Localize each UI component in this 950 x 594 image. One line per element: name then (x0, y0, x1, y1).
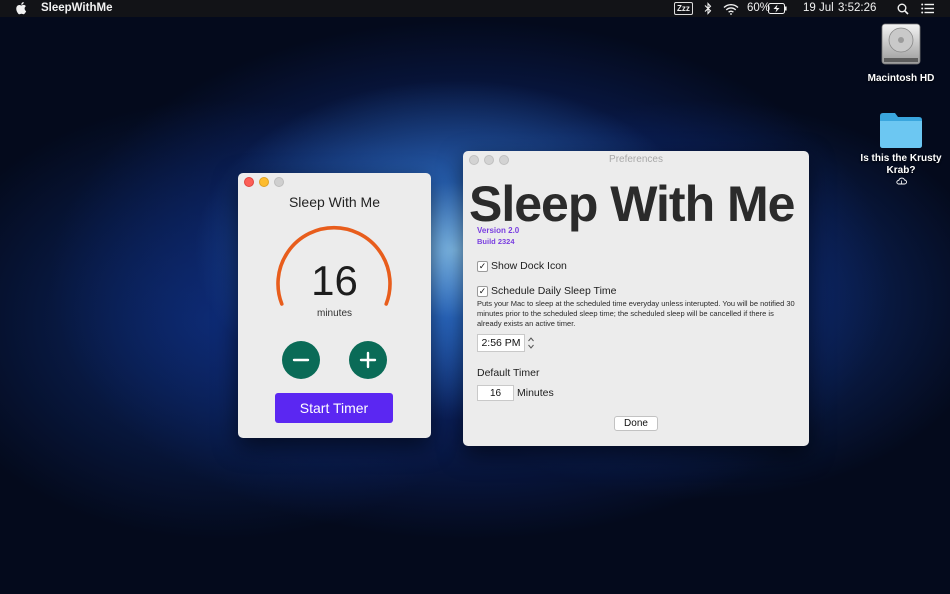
bluetooth-icon[interactable] (703, 2, 713, 15)
apple-menu-icon[interactable] (15, 1, 27, 15)
notification-center-icon[interactable] (921, 3, 934, 14)
schedule-sleep-checkbox[interactable]: ✓ (477, 285, 488, 297)
default-timer-label: Default Timer (477, 367, 540, 379)
version-label: Version 2.0 (477, 226, 520, 235)
show-dock-icon-option[interactable]: ✓ Show Dock Icon (477, 260, 567, 272)
battery-charging-icon[interactable] (768, 3, 787, 14)
wifi-icon[interactable] (723, 3, 739, 15)
desktop-item-label: Macintosh HD (867, 73, 935, 84)
increase-button[interactable] (349, 341, 387, 379)
menubar-date[interactable]: 19 Jul (803, 2, 834, 14)
schedule-sleep-option[interactable]: ✓ Schedule Daily Sleep Time (477, 285, 616, 297)
minus-icon (292, 358, 310, 362)
show-dock-icon-checkbox[interactable]: ✓ (477, 260, 488, 272)
plus-icon (359, 351, 377, 369)
default-timer-field[interactable]: 16 (477, 385, 514, 401)
timer-window-title: Sleep With Me (288, 194, 381, 210)
done-button[interactable]: Done (614, 416, 658, 431)
hard-drive-icon (881, 23, 921, 65)
menu-bar: SleepWithMe Zzz 60% 19 Jul 3:52:26 (0, 0, 950, 17)
app-title-banner: Sleep With Me (469, 176, 795, 232)
spotlight-search-icon[interactable] (897, 3, 909, 15)
show-dock-icon-label: Show Dock Icon (491, 260, 567, 272)
timer-minutes-value: 16 (311, 257, 358, 304)
scheduled-time-field[interactable]: 2:56 PM (477, 334, 525, 352)
start-timer-button[interactable]: Start Timer (275, 393, 393, 423)
decrease-button[interactable] (282, 341, 320, 379)
timer-minutes-unit: minutes (316, 308, 352, 319)
folder-icon (880, 113, 922, 148)
zoom-button[interactable] (274, 177, 284, 187)
desktop-item-folder[interactable]: Is this the Krusty Krab? (855, 110, 947, 185)
app-menu-name[interactable]: SleepWithMe (41, 2, 112, 14)
desktop-item-label: Is this the Krusty Krab? (855, 153, 947, 185)
schedule-description: Puts your Mac to sleep at the scheduled … (477, 299, 795, 328)
icloud-download-icon (895, 177, 907, 185)
build-label: Build 2324 (477, 237, 515, 246)
desktop-item-macintosh-hd[interactable]: Macintosh HD (860, 20, 942, 85)
preferences-window-title: Preferences (609, 154, 663, 165)
sleep-status-icon[interactable]: Zzz (674, 2, 693, 15)
battery-percentage[interactable]: 60% (747, 2, 770, 14)
timer-window: Sleep With Me 16 minutes Start Timer (238, 173, 431, 438)
close-button[interactable] (244, 177, 254, 187)
time-stepper-icon[interactable] (527, 335, 535, 351)
menubar-clock[interactable]: 3:52:26 (838, 2, 876, 14)
preferences-window: Preferences Sleep With Me Version 2.0 Bu… (463, 151, 809, 446)
minutes-unit-label: Minutes (517, 387, 554, 399)
schedule-sleep-label: Schedule Daily Sleep Time (491, 285, 617, 297)
minimize-button[interactable] (259, 177, 269, 187)
